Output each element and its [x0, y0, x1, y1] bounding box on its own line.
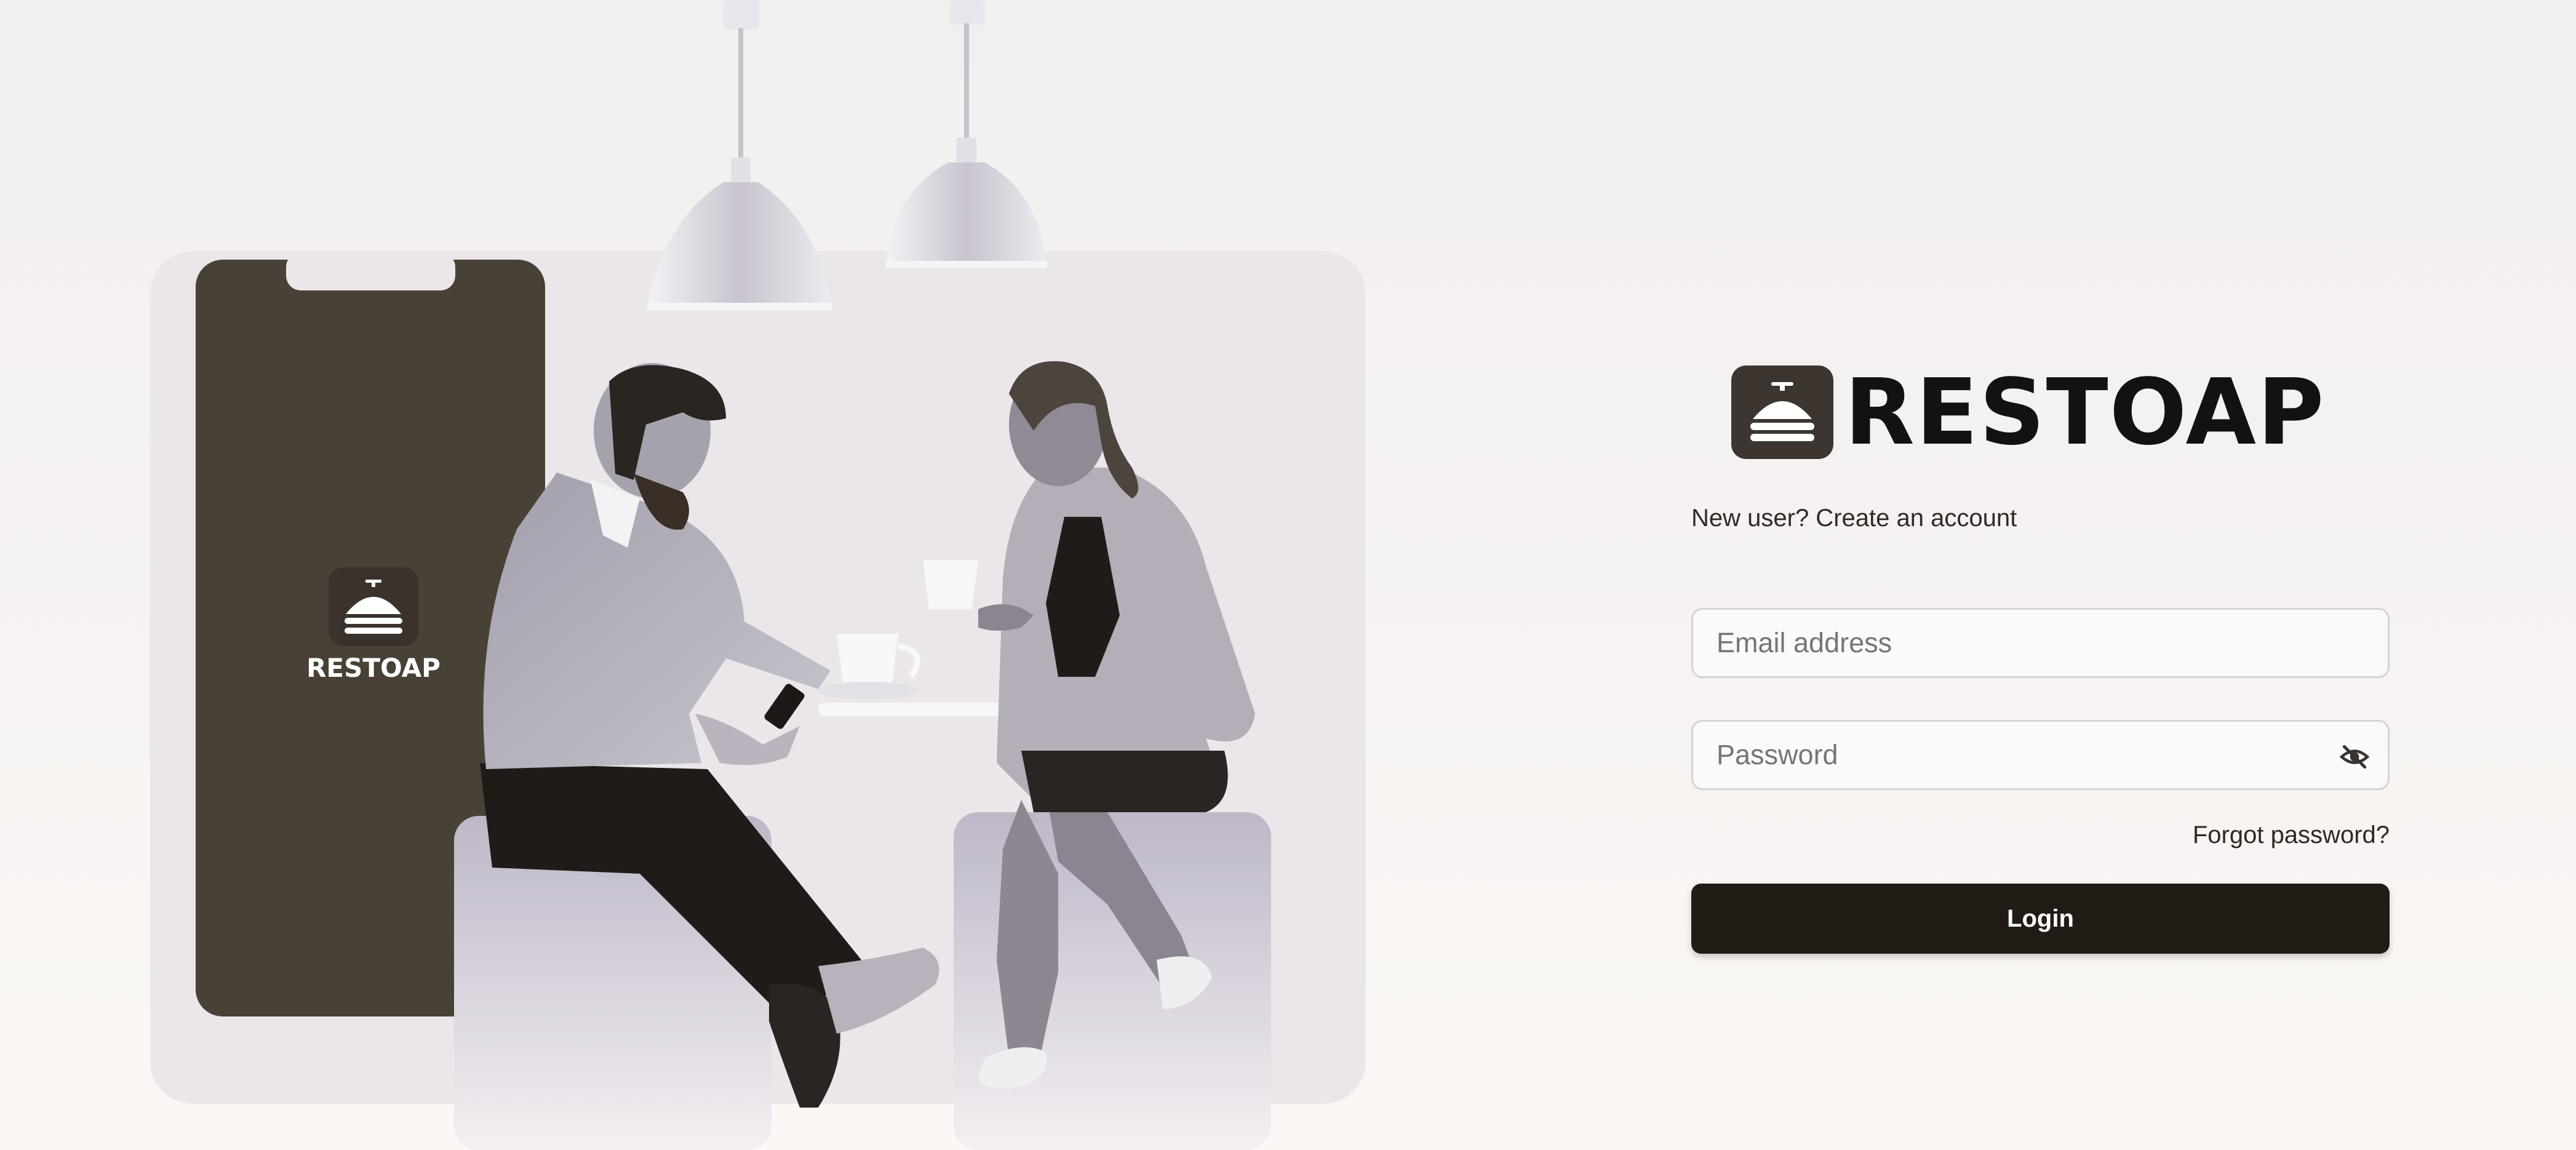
brand-name: RESTOAP: [1844, 359, 2326, 465]
hero-illustration: RESTOAP: [0, 0, 1384, 1150]
lamp-right: [886, 0, 1047, 268]
email-field[interactable]: [1693, 610, 2388, 676]
brand-logo: RESTOAP: [1731, 360, 2347, 465]
signup-link[interactable]: New user? Create an account: [1691, 505, 2017, 532]
email-field-wrapper: [1691, 608, 2390, 678]
forgot-password-link[interactable]: Forgot password?: [2193, 821, 2390, 849]
eye-off-icon[interactable]: [2339, 741, 2371, 772]
restaurant-bell-icon: [1731, 365, 1833, 459]
phone-logo: [329, 567, 418, 646]
lamp-left: [647, 0, 832, 310]
login-button[interactable]: Login: [1691, 884, 2390, 954]
password-field-wrapper: [1691, 720, 2390, 790]
phone-brand-label: RESTOAP: [306, 653, 441, 683]
password-field[interactable]: [1693, 722, 2388, 788]
